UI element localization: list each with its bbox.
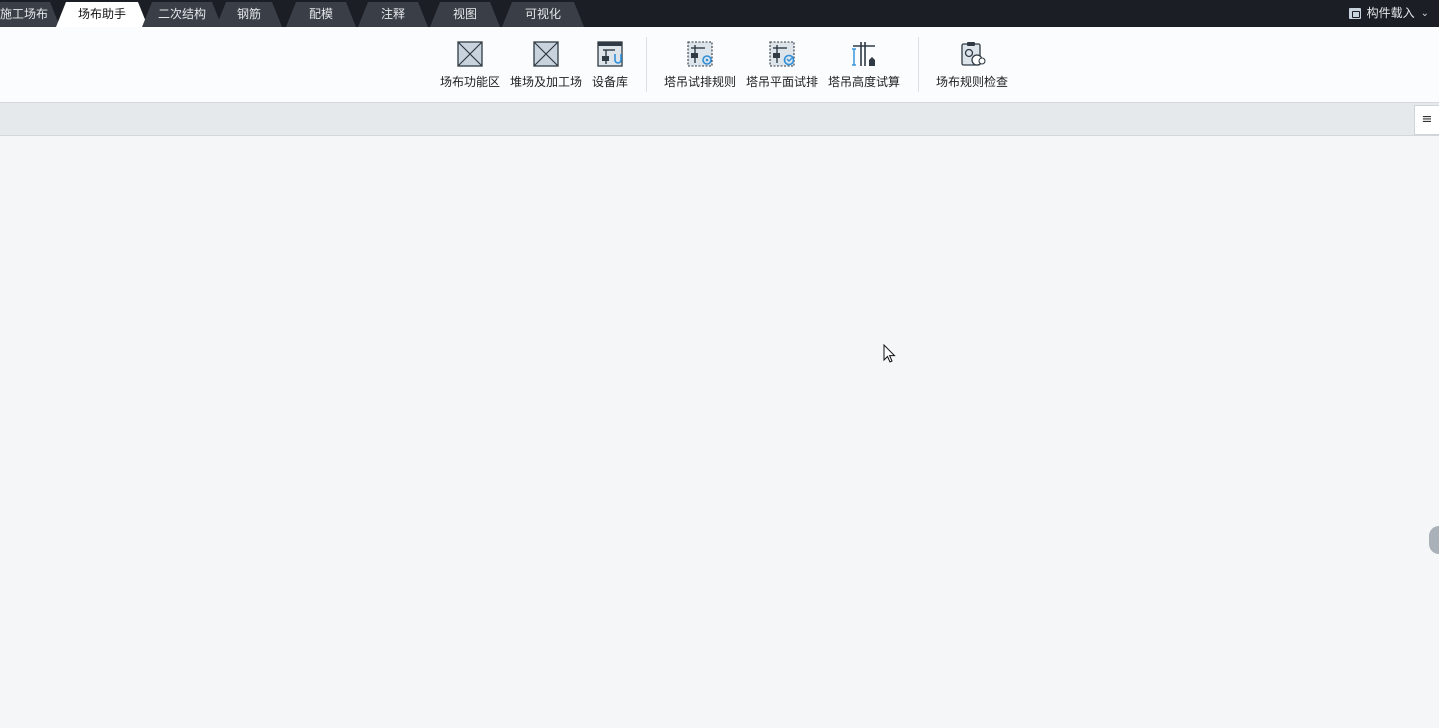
box-x-icon: [457, 41, 483, 67]
tab-label: 视图: [452, 7, 477, 21]
crane-layout-rule-button[interactable]: 塔吊试排规则: [662, 37, 738, 93]
button-label: 堆场及加工场: [509, 75, 582, 89]
crane-plan-layout-button[interactable]: 塔吊平面试排: [744, 37, 820, 93]
component-load-label: 构件载入: [1366, 6, 1415, 20]
crane-plan-icon: [769, 41, 795, 67]
button-label: 场布规则检查: [935, 75, 1008, 89]
crane-height-calc-button[interactable]: 塔吊高度试算: [826, 37, 902, 93]
yard-processing-button[interactable]: 堆场及加工场: [508, 37, 584, 93]
ribbon-toolbar: 场布功能区 堆场及加工场 设备库 塔吊试排规则 塔吊平面试排 塔吊高度试算 场布…: [0, 27, 1439, 103]
tab-label: 注释: [380, 7, 405, 21]
button-label: 塔吊高度试算: [827, 75, 900, 89]
layout-rule-check-button[interactable]: 场布规则检查: [934, 37, 1010, 93]
tab-label: 场布助手: [77, 7, 126, 21]
tab-view[interactable]: 视图: [430, 2, 500, 27]
tab-label: 配模: [308, 7, 333, 21]
button-label: 设备库: [591, 75, 628, 89]
tab-formwork[interactable]: 配模: [286, 2, 356, 27]
tab-label: 二次结构: [157, 7, 206, 21]
component-load-icon: [1348, 8, 1361, 19]
chevron-down-icon: ⌄: [1420, 8, 1429, 19]
crane-height-icon: [852, 42, 875, 66]
secondary-toolbar: ≡: [0, 103, 1439, 136]
rule-check-icon: [961, 42, 986, 66]
equipment-library-icon: [597, 41, 623, 67]
box-x-icon: [533, 41, 559, 67]
tab-visualization[interactable]: 可视化: [502, 2, 584, 27]
equipment-library-button[interactable]: 设备库: [588, 37, 632, 93]
menu-icon: ≡: [1421, 112, 1433, 127]
crane-rule-icon: [687, 41, 713, 67]
tab-label: 施工场布: [0, 7, 49, 21]
mouse-cursor-icon: [883, 344, 896, 363]
tab-layout-assistant[interactable]: 场布助手: [56, 2, 148, 27]
ribbon-separator: [646, 37, 647, 92]
tab-secondary-structure[interactable]: 二次结构: [142, 2, 222, 27]
tab-label: 钢筋: [236, 7, 261, 21]
panel-menu-button[interactable]: ≡: [1414, 105, 1439, 135]
workspace-canvas[interactable]: [0, 136, 1439, 728]
tab-rebar[interactable]: 钢筋: [216, 2, 282, 27]
tab-annotation[interactable]: 注释: [358, 2, 428, 27]
button-label: 塔吊平面试排: [745, 75, 818, 89]
side-panel-handle[interactable]: [1429, 526, 1439, 554]
button-label: 场布功能区: [439, 75, 500, 89]
top-tab-bar: 施工场布 场布助手 二次结构 钢筋 配模 注释 视图 可视化 构件载入 ⌄: [0, 0, 1439, 27]
tab-label: 可视化: [524, 7, 561, 21]
layout-function-area-button[interactable]: 场布功能区: [438, 37, 502, 93]
button-label: 塔吊试排规则: [663, 75, 736, 89]
tab-construction-layout[interactable]: 施工场布: [0, 2, 60, 27]
ribbon-separator: [918, 37, 919, 92]
component-load-button[interactable]: 构件载入 ⌄: [1348, 0, 1429, 27]
